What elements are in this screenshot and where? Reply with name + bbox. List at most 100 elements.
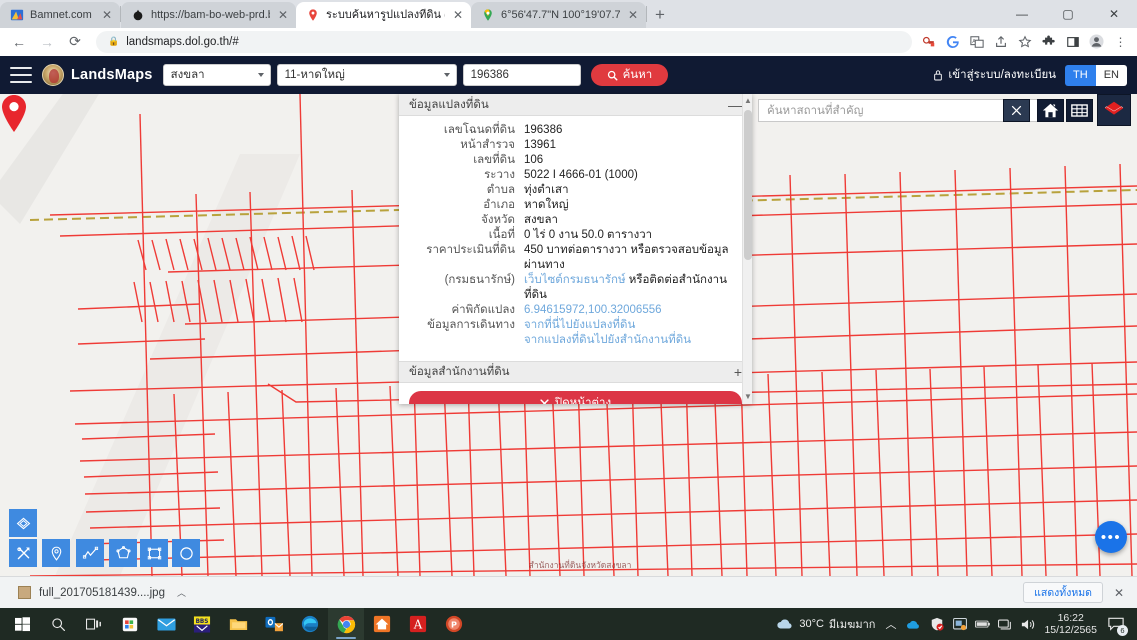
row-label: ข้อมูลการเดินทาง (427, 319, 515, 331)
window-maximize-button[interactable]: ▢ (1045, 0, 1091, 28)
lang-th-button[interactable]: TH (1065, 64, 1096, 86)
search-button[interactable]: ค้นหา (590, 64, 669, 86)
chevron-up-icon[interactable]: ︿ (173, 586, 186, 599)
province-select[interactable]: สงขลา (162, 64, 271, 86)
circle-tool-button[interactable] (172, 539, 200, 567)
edge-button[interactable] (292, 608, 328, 640)
lang-en-button[interactable]: EN (1095, 64, 1127, 86)
travel-link-to-parcel[interactable]: จากที่นี่ไปยังแปลงที่ดิน (524, 318, 742, 333)
scroll-up-icon[interactable]: ▲ (743, 94, 752, 108)
marker-label: สำนักงานที่ดินจังหวัดสงขลา (528, 560, 632, 570)
tools-button[interactable] (9, 539, 37, 567)
display-icon[interactable] (952, 617, 967, 632)
chrome-menu-icon[interactable]: ⋮ (1112, 33, 1129, 50)
translate-icon[interactable]: A (968, 33, 985, 50)
district-select[interactable]: 11-หาดใหญ่ (276, 64, 457, 86)
security-icon[interactable] (929, 617, 944, 632)
browser-tab-0[interactable]: Bamnet.com ✕ (0, 2, 120, 28)
profile-icon[interactable] (1088, 33, 1105, 50)
table-row-travel-2: จากแปลงที่ดินไปยังสำนักงานที่ดิน (399, 333, 752, 348)
svg-text:A: A (413, 618, 423, 632)
plus-icon[interactable]: + (734, 365, 742, 379)
file-explorer-button[interactable] (220, 608, 256, 640)
new-tab-button[interactable]: + (647, 2, 673, 28)
start-button[interactable] (4, 608, 40, 640)
table-row-appraisal-1: ราคาประเมินที่ดิน 450 บาทต่อตารางวา หรือ… (399, 243, 752, 273)
map-search-clear-button[interactable] (1003, 99, 1030, 122)
scrollbar-thumb[interactable] (744, 110, 752, 260)
login-link[interactable]: เข้าสู่ระบบ/ลงทะเบียน (933, 66, 1056, 84)
extensions-icon[interactable] (1040, 33, 1057, 50)
tab-close-icon[interactable]: ✕ (276, 8, 290, 22)
marker-tool-button[interactable] (42, 539, 70, 567)
browser-tab-3[interactable]: 6°56'47.7"N 100°19'07.7"E - Goo ✕ (471, 2, 646, 28)
travel-link-to-office[interactable]: จากแปลงที่ดินไปยังสำนักงานที่ดิน (524, 333, 742, 348)
svg-text:BBS: BBS (196, 618, 209, 624)
search-button[interactable] (40, 608, 76, 640)
network-icon[interactable] (998, 617, 1013, 632)
back-button[interactable]: ← (6, 29, 32, 55)
password-manager-icon[interactable] (920, 33, 937, 50)
map-pin-icon[interactable] (0, 94, 28, 134)
scroll-down-icon[interactable]: ▼ (743, 390, 752, 404)
tab-close-icon[interactable]: ✕ (451, 8, 465, 22)
polyline-tool-button[interactable] (76, 539, 104, 567)
measure-tool-button[interactable] (9, 509, 37, 537)
land-office-info-header[interactable]: ข้อมูลสำนักงานที่ดิน + (399, 361, 752, 383)
search-icon (607, 70, 618, 80)
row-label-empty (409, 333, 524, 348)
reload-button[interactable]: ⟳ (62, 29, 88, 55)
house-app-button[interactable] (364, 608, 400, 640)
polygon-tool-button[interactable] (109, 539, 137, 567)
window-minimize-button[interactable]: — (999, 0, 1045, 28)
outlook-button[interactable] (256, 608, 292, 640)
side-panel-icon[interactable] (1064, 33, 1081, 50)
more-options-fab[interactable]: ••• (1095, 521, 1127, 553)
address-bar[interactable]: 🔒 landsmaps.dol.go.th/# (96, 30, 912, 53)
treasury-website-link[interactable]: เว็บไซต์กรมธนารักษ์ (524, 274, 626, 286)
powerpoint-button[interactable]: P (436, 608, 472, 640)
store-button[interactable] (112, 608, 148, 640)
map-grid-button[interactable] (1066, 99, 1093, 122)
onedrive-icon[interactable] (906, 617, 921, 632)
close-window-button[interactable]: ปิดหน้าต่าง (409, 391, 742, 404)
circle-icon (179, 546, 193, 560)
parcel-number-input[interactable]: 196386 (462, 64, 581, 86)
acrobat-button[interactable]: A (400, 608, 436, 640)
browser-tab-1[interactable]: https://bam-bo-web-prd.bam.co ✕ (121, 2, 296, 28)
close-download-bar-icon[interactable]: ✕ (1111, 586, 1127, 600)
bbs-button[interactable]: BBS (184, 608, 220, 640)
mail-button[interactable] (148, 608, 184, 640)
task-view-button[interactable] (76, 608, 112, 640)
share-icon[interactable] (992, 33, 1009, 50)
tab-close-icon[interactable]: ✕ (100, 8, 114, 22)
coordinates-value[interactable]: 6.94615972,100.32006556 (524, 303, 742, 318)
weather-widget[interactable]: 30°C มีเมฆมาก (776, 615, 875, 633)
browser-tab-label: 6°56'47.7"N 100°19'07.7"E - Goo (501, 9, 620, 21)
show-all-downloads-button[interactable]: แสดงทั้งหมด (1023, 582, 1103, 603)
tab-close-icon[interactable]: ✕ (626, 8, 640, 22)
bookmark-star-icon[interactable] (1016, 33, 1033, 50)
minus-icon[interactable]: — (728, 98, 742, 112)
taskbar-clock[interactable]: 16:22 15/12/2565 (1044, 612, 1097, 636)
map-layers-button[interactable] (1097, 94, 1131, 126)
notification-center-button[interactable]: 6 (1105, 613, 1128, 636)
battery-icon[interactable] (975, 617, 991, 632)
download-item[interactable]: full_201705181439....jpg ︿ (10, 581, 194, 605)
polyline-icon (82, 546, 98, 559)
hamburger-icon[interactable] (10, 67, 32, 83)
volume-icon[interactable] (1021, 617, 1036, 632)
window-close-button[interactable]: ✕ (1091, 0, 1137, 28)
map-home-button[interactable] (1037, 99, 1064, 122)
rectangle-tool-button[interactable] (140, 539, 168, 567)
browser-tab-2[interactable]: ระบบค้นหารูปแปลงที่ดิน (LandsMaps ✕ (296, 2, 471, 28)
table-row: จังหวัด สงขลา (399, 213, 752, 228)
parcel-info-header[interactable]: ข้อมูลแปลงที่ดิน — (399, 94, 752, 116)
panel-scrollbar[interactable]: ▲ ▼ (742, 94, 752, 404)
table-row: อำเภอ หาดใหญ่ (399, 198, 752, 213)
chrome-button[interactable] (328, 608, 364, 640)
chevron-up-icon[interactable]: ︿ (883, 617, 898, 632)
forward-button[interactable]: → (34, 29, 60, 55)
clock-time: 16:22 (1057, 612, 1084, 624)
google-icon[interactable] (944, 33, 961, 50)
